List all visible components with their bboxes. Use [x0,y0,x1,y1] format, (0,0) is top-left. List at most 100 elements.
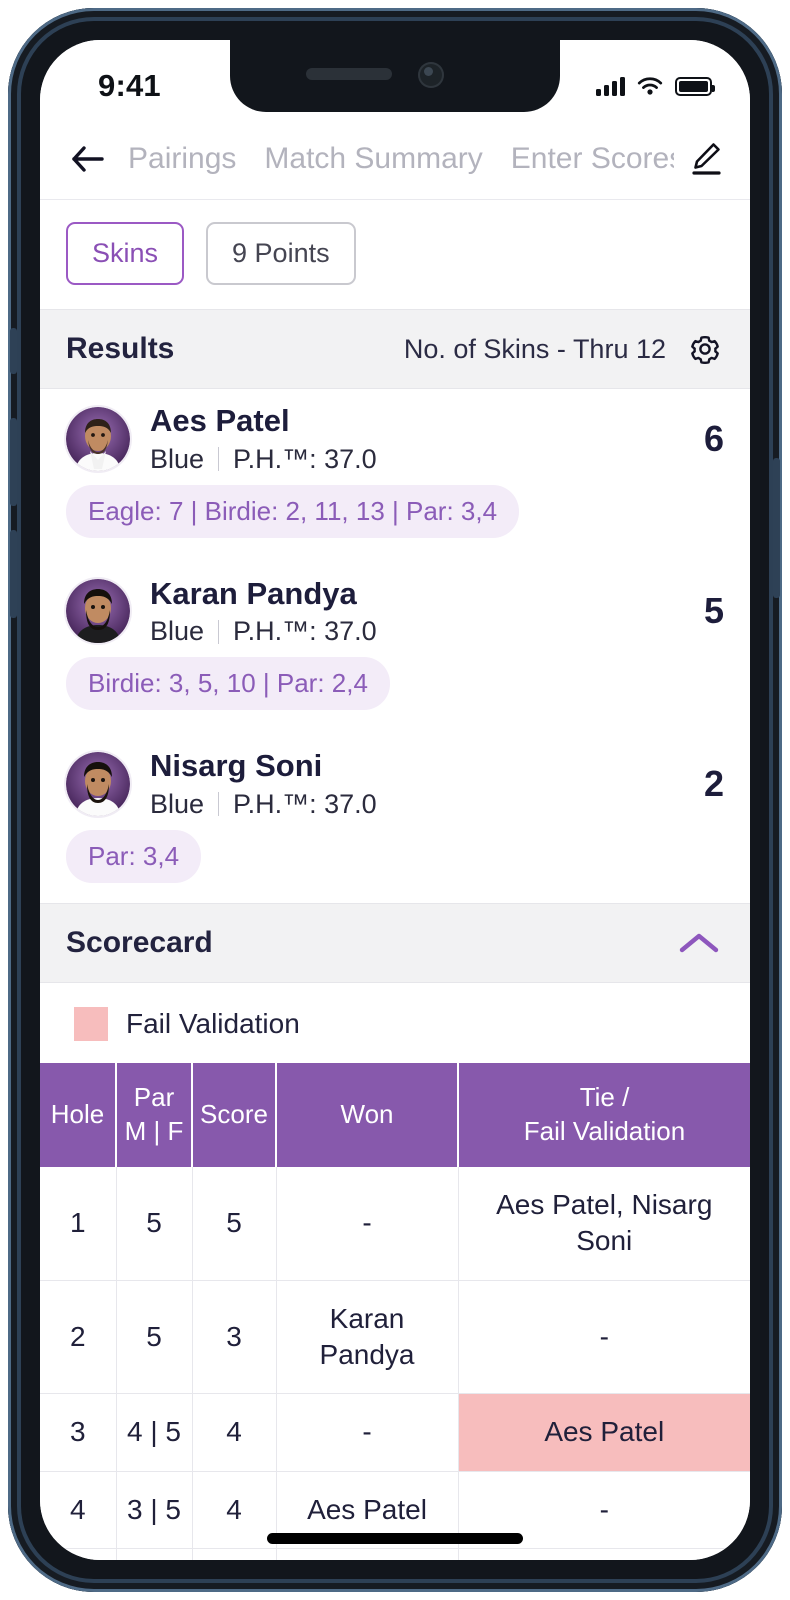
player-main: Nisarg Soni Blue P.H.™: 37.0 2 [66,748,724,820]
tab-enter-scores[interactable]: Enter Scores [511,142,684,176]
player-name: Aes Patel [150,403,290,438]
player-highlights-badge: Birdie: 3, 5, 10 | Par: 2,4 [66,657,390,711]
col-header-hole: Hole [40,1062,117,1167]
cell-hole: 4 [40,1471,117,1550]
power-button[interactable] [773,458,780,598]
battery-full-icon [675,76,715,96]
results-section-header: Results No. of Skins - Thru 12 [40,309,750,389]
volume-up-button[interactable] [10,418,17,506]
player-subtitle: Blue P.H.™: 37.0 [150,616,684,647]
cell-tie: Aes Patel, Nisarg Soni [458,1166,750,1281]
col-header-won: Won [276,1062,459,1167]
scorecard-section-header[interactable]: Scorecard [40,902,750,983]
col-header-score: Score [192,1062,277,1167]
chevron-up-icon[interactable] [678,930,720,956]
col-header-tie-l1: Tie / [579,1082,630,1113]
player-tee: Blue [150,788,205,819]
cell-hole: 2 [40,1280,117,1395]
cell-par: 3 | 5 [116,1471,193,1550]
player-highlights-badge: Par: 3,4 [66,829,202,883]
col-header-tie: Tie / Fail Validation [458,1062,750,1167]
cell-tie-fail-validation: Aes Patel [458,1393,750,1472]
table-row[interactable]: 2 5 3 Karan Pandya - [40,1280,750,1395]
gear-icon[interactable] [686,330,724,368]
player-row[interactable]: Karan Pandya Blue P.H.™: 37.0 5 Birdie: … [40,562,750,719]
earpiece-speaker [306,68,392,80]
player-text: Karan Pandya Blue P.H.™: 37.0 [150,576,684,648]
phone-frame: 9:41 Pairings Match Summary Enter Scores… [8,8,782,1592]
col-header-won-l1: Won [340,1099,394,1130]
scorecard-table: Hole Par M | F Score Won Tie / Fail Vali… [40,1062,750,1560]
home-indicator[interactable] [267,1533,523,1544]
player-handicap: P.H.™: 37.0 [233,788,377,819]
player-score: 2 [703,762,724,804]
badge-wrap: Eagle: 7 | Birdie: 2, 11, 13 | Par: 3,4 [66,484,724,538]
avatar-nisarg-soni [66,751,130,816]
cell-score: 3 [192,1280,277,1395]
player-main: Karan Pandya Blue P.H.™: 37.0 5 [66,576,724,648]
navigation-bar: Pairings Match Summary Enter Scores [40,118,750,200]
player-highlights-badge: Eagle: 7 | Birdie: 2, 11, 13 | Par: 3,4 [66,484,520,538]
app-scroll-container[interactable]: 9:41 Pairings Match Summary Enter Scores… [40,40,750,1560]
player-subtitle: Blue P.H.™: 37.0 [150,789,684,820]
cell-par: 5 [116,1280,193,1395]
cell-won: - [276,1166,459,1281]
table-row[interactable]: 5 4 2 - Karan Pandya, Nisarg Soni [40,1548,750,1560]
player-row[interactable]: Aes Patel Blue P.H.™: 37.0 6 Eagle: 7 | … [40,389,750,546]
silent-switch[interactable] [10,328,17,374]
game-format-filter: Skins 9 Points [40,200,750,309]
divider [218,447,220,472]
col-header-tie-l2: Fail Validation [523,1115,686,1146]
results-header-right: No. of Skins - Thru 12 [404,330,724,368]
cell-score: 4 [192,1471,277,1550]
scorecard-legend: Fail Validation [40,982,750,1063]
scorecard-table-head: Hole Par M | F Score Won Tie / Fail Vali… [40,1062,750,1167]
player-score: 6 [703,417,724,459]
cell-score: 5 [192,1166,277,1281]
player-tee: Blue [150,443,205,474]
cell-tie: - [458,1280,750,1395]
tab-match-summary[interactable]: Match Summary [264,142,482,176]
table-header-row: Hole Par M | F Score Won Tie / Fail Vali… [40,1062,750,1167]
col-header-par-l1: Par [133,1082,175,1113]
col-header-par-l2: M | F [124,1115,184,1146]
scorecard-table-body: 1 5 5 - Aes Patel, Nisarg Soni 2 5 3 Kar… [40,1166,750,1560]
tab-pairings[interactable]: Pairings [128,142,236,176]
player-name: Nisarg Soni [150,748,323,784]
chip-9-points[interactable]: 9 Points [206,222,356,285]
player-text: Nisarg Soni Blue P.H.™: 37.0 [150,748,684,820]
avatar-karan-pandya [66,579,130,644]
results-meta-label: No. of Skins - Thru 12 [403,333,666,364]
divider [218,792,220,817]
player-row[interactable]: Nisarg Soni Blue P.H.™: 37.0 2 Par: 3,4 [40,734,750,891]
badge-wrap: Birdie: 3, 5, 10 | Par: 2,4 [66,657,724,711]
chip-skins[interactable]: Skins [66,222,185,285]
col-header-par: Par M | F [116,1062,193,1167]
col-header-score-l1: Score [200,1099,268,1130]
front-camera [418,62,444,88]
col-header-hole-l1: Hole [50,1099,105,1130]
cell-hole: 3 [40,1393,117,1472]
player-subtitle: Blue P.H.™: 37.0 [150,444,684,475]
volume-down-button[interactable] [10,530,17,618]
fail-validation-label: Fail Validation [126,1007,300,1039]
pencil-edit-icon[interactable] [674,118,738,199]
phone-screen: 9:41 Pairings Match Summary Enter Scores… [40,40,750,1560]
cell-won: - [276,1393,459,1472]
cell-score: 4 [192,1393,277,1472]
results-title: Results [66,332,175,365]
cell-won: Karan Pandya [276,1280,459,1395]
table-row[interactable]: 3 4 | 5 4 - Aes Patel [40,1393,750,1472]
cell-hole: 5 [40,1548,117,1560]
cell-hole: 1 [40,1166,117,1281]
status-icons [596,62,715,97]
badge-wrap: Par: 3,4 [66,829,724,883]
cell-score: 2 [192,1548,277,1560]
back-arrow-icon[interactable] [66,145,110,173]
player-tee: Blue [150,616,205,647]
cell-par: 5 [116,1166,193,1281]
table-row[interactable]: 1 5 5 - Aes Patel, Nisarg Soni [40,1166,750,1281]
wifi-icon [637,76,663,95]
